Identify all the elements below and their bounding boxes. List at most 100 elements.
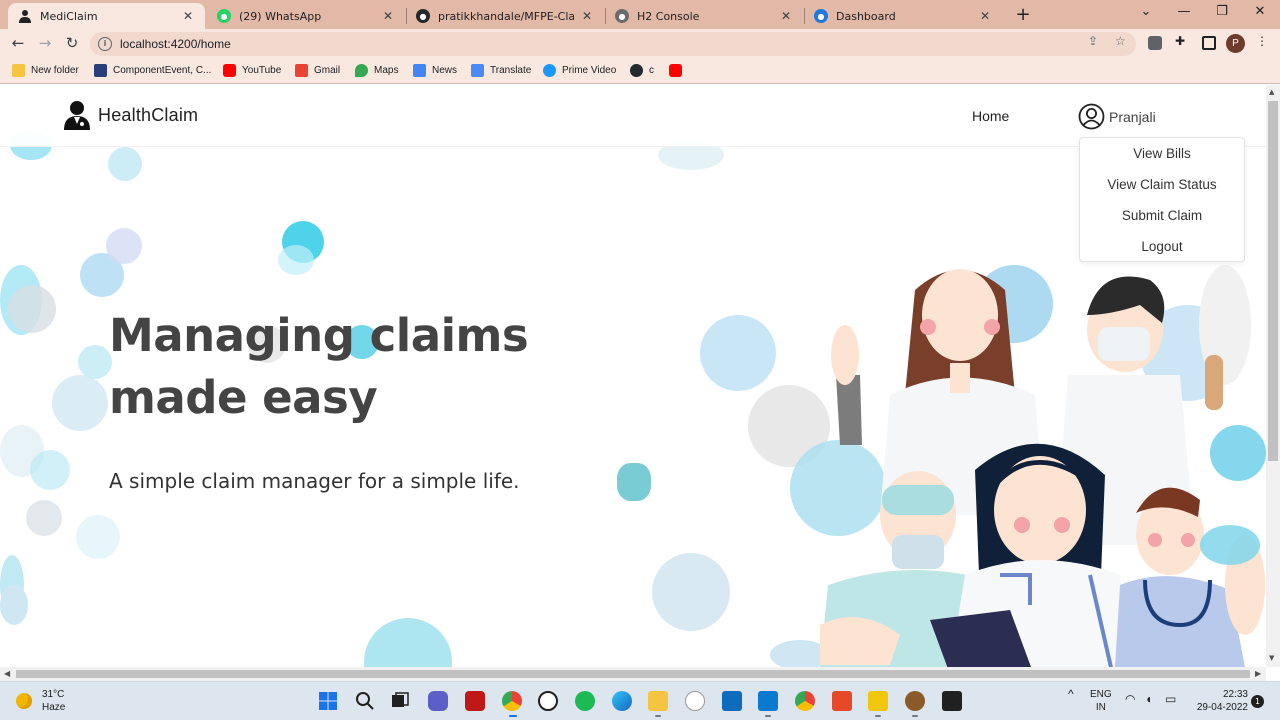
scroll-down-arrow-icon[interactable]: ▼ xyxy=(1269,654,1274,662)
bookmark-componentevent[interactable]: ComponentEvent, C... xyxy=(94,64,211,77)
menu-item-logout[interactable]: Logout xyxy=(1080,239,1244,254)
chevron-up-icon[interactable]: ^ xyxy=(1068,688,1074,701)
bookmark-star-icon[interactable]: ☆ xyxy=(1115,34,1126,48)
menu-item-view-bills[interactable]: View Bills xyxy=(1080,146,1244,161)
vscode-icon[interactable] xyxy=(758,691,778,711)
gmail-icon xyxy=(295,64,308,77)
tab-h2-console[interactable]: ● H2 Console ✕ xyxy=(605,3,803,29)
bookmark-label: New folder xyxy=(31,65,79,76)
battery-icon[interactable]: ▭ xyxy=(1165,693,1176,706)
close-icon[interactable]: ✕ xyxy=(580,9,594,23)
tab-title: pratikkhandale/MFPE-Claim-Ma xyxy=(438,9,574,23)
brand-name: HealthClaim xyxy=(98,104,199,125)
bookmark-label: Prime Video xyxy=(562,65,617,76)
wifi-icon[interactable]: ◠ xyxy=(1125,693,1135,706)
temperature: 31°C xyxy=(42,689,65,700)
mcafee-icon[interactable] xyxy=(465,691,485,711)
close-icon[interactable]: ✕ xyxy=(978,9,992,23)
maximize-button[interactable]: ❐ xyxy=(1212,4,1232,19)
bookmark-github-c[interactable]: c xyxy=(630,64,654,77)
maps-icon xyxy=(355,64,368,77)
scroll-right-arrow-icon[interactable]: ▶ xyxy=(1255,669,1261,678)
forward-arrow-icon[interactable]: → xyxy=(35,34,55,52)
bookmark-youtube-2[interactable] xyxy=(669,64,688,77)
close-window-button[interactable]: ✕ xyxy=(1250,4,1270,19)
close-icon[interactable]: ✕ xyxy=(779,9,793,23)
bookmark-new-folder[interactable]: New folder xyxy=(12,64,79,77)
tab-whatsapp[interactable]: ● (29) WhatsApp ✕ xyxy=(207,3,405,29)
chrome-profile-icon[interactable] xyxy=(795,691,815,711)
bookmark-translate[interactable]: Translate xyxy=(471,64,531,77)
language-indicator[interactable]: ENG IN xyxy=(1090,688,1112,714)
brand-logo[interactable]: HealthClaim xyxy=(64,100,198,130)
scroll-up-arrow-icon[interactable]: ▲ xyxy=(1269,88,1274,96)
app-icon[interactable] xyxy=(905,691,925,711)
mediclaim-favicon xyxy=(18,9,32,23)
office-icon[interactable] xyxy=(832,691,852,711)
tab-title: (29) WhatsApp xyxy=(239,9,322,23)
spotify-icon[interactable] xyxy=(575,691,595,711)
site-info-icon[interactable]: i xyxy=(98,37,112,51)
file-explorer-icon[interactable] xyxy=(648,691,668,711)
bookmark-label: ComponentEvent, C... xyxy=(113,65,212,76)
extensions-puzzle-icon[interactable]: ✚ xyxy=(1175,34,1185,48)
reload-icon[interactable]: ↻ xyxy=(62,34,82,52)
weather-widget[interactable]: 31°C Haze xyxy=(16,688,65,714)
volume-icon[interactable]: ◖ xyxy=(1145,693,1152,706)
windows-start-icon[interactable] xyxy=(318,691,338,711)
minimize-button[interactable]: — xyxy=(1174,4,1194,19)
back-arrow-icon[interactable]: ← xyxy=(8,34,28,52)
active-app-indicator xyxy=(509,715,517,717)
bookmark-youtube[interactable]: YouTube xyxy=(223,64,281,77)
prime-video-icon xyxy=(543,64,556,77)
running-app-indicator xyxy=(765,715,771,717)
close-icon[interactable]: ✕ xyxy=(381,9,395,23)
task-view-icon[interactable] xyxy=(390,691,410,711)
scroll-left-arrow-icon[interactable]: ◀ xyxy=(4,669,10,678)
bookmark-maps[interactable]: Maps xyxy=(355,64,398,77)
bookmarks-bar: New folder ComponentEvent, C... YouTube … xyxy=(0,59,1280,84)
close-icon[interactable]: ✕ xyxy=(181,9,195,23)
share-icon[interactable]: ⇪ xyxy=(1088,34,1098,48)
menu-item-submit-claim[interactable]: Submit Claim xyxy=(1080,208,1244,223)
vertical-scrollbar[interactable]: ▲ ▼ xyxy=(1266,85,1280,667)
nav-home-link[interactable]: Home xyxy=(972,108,1009,124)
sticky-notes-icon[interactable] xyxy=(868,691,888,711)
tab-search-icon[interactable]: ⌄ xyxy=(1136,4,1156,19)
bookmark-gmail[interactable]: Gmail xyxy=(295,64,340,77)
terminal-icon[interactable] xyxy=(942,691,962,711)
whatsapp-desktop-icon[interactable] xyxy=(685,691,705,711)
windows-taskbar: 31°C Haze ^ ENG IN ◠ ◖ ▭ 22:33 29-04-202… xyxy=(0,681,1280,720)
side-panel-icon[interactable] xyxy=(1202,36,1216,50)
doctor-avatar-icon xyxy=(64,101,90,130)
notification-badge[interactable]: 1 xyxy=(1251,695,1264,708)
search-icon[interactable] xyxy=(355,691,375,711)
dell-icon[interactable] xyxy=(538,691,558,711)
extension-icon[interactable] xyxy=(1148,36,1162,50)
bookmark-label: Translate xyxy=(490,65,532,76)
teams-chat-icon[interactable] xyxy=(428,691,448,711)
tab-mediclaim[interactable]: MediClaim ✕ xyxy=(8,3,205,29)
profile-avatar[interactable]: P xyxy=(1226,34,1245,53)
tab-github[interactable]: ● pratikkhandale/MFPE-Claim-Ma ✕ xyxy=(406,3,604,29)
clock[interactable]: 22:33 29-04-2022 xyxy=(1196,688,1248,714)
edge-favicon: ● xyxy=(814,9,828,23)
tab-title: Dashboard xyxy=(836,9,896,23)
menu-item-view-claim-status[interactable]: View Claim Status xyxy=(1080,177,1244,192)
user-menu-toggle[interactable]: Pranjali xyxy=(1078,103,1156,130)
menu-kebab-icon[interactable]: ⋮ xyxy=(1256,34,1268,48)
news-icon xyxy=(413,64,426,77)
scrollbar-thumb[interactable] xyxy=(16,670,1250,678)
bookmark-prime-video[interactable]: Prime Video xyxy=(543,64,616,77)
new-tab-button[interactable]: + xyxy=(1013,4,1033,25)
edge-icon[interactable] xyxy=(612,691,632,711)
scrollbar-thumb[interactable] xyxy=(1268,101,1278,461)
horizontal-scrollbar[interactable]: ◀ ▶ xyxy=(0,667,1266,681)
chrome-icon[interactable] xyxy=(502,691,522,711)
tab-dashboard[interactable]: ● Dashboard ✕ xyxy=(804,3,1002,29)
bookmark-news[interactable]: News xyxy=(413,64,457,77)
mail-icon[interactable] xyxy=(722,691,742,711)
hero-title-line-2: made easy xyxy=(109,371,378,424)
address-bar[interactable]: i localhost:4200/home xyxy=(90,32,1136,56)
region-code: IN xyxy=(1095,702,1106,713)
